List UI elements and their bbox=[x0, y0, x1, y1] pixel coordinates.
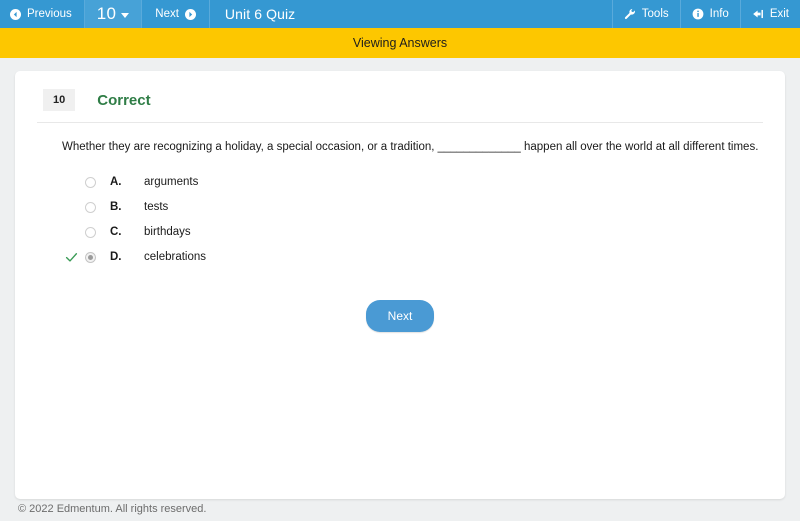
arrow-left-circle-icon bbox=[10, 8, 21, 20]
banner-text: Viewing Answers bbox=[352, 36, 448, 50]
tools-button[interactable]: Tools bbox=[611, 0, 680, 28]
question-number-selector[interactable]: 10 bbox=[84, 0, 143, 28]
option-letter-a: A. bbox=[110, 176, 122, 189]
exit-arrow-icon bbox=[752, 8, 764, 20]
option-text-a: arguments bbox=[144, 176, 199, 189]
next-nav-label: Next bbox=[155, 8, 179, 20]
topbar-right-actions: Tools Info Exit bbox=[611, 0, 800, 28]
answer-option-a[interactable]: A. arguments bbox=[65, 170, 763, 195]
option-text-c: birthdays bbox=[144, 226, 191, 239]
option-text-b: tests bbox=[144, 201, 169, 214]
previous-label: Previous bbox=[27, 8, 72, 20]
copyright-text: © 2022 Edmentum. All rights reserved. bbox=[18, 503, 207, 515]
green-checkmark-icon bbox=[65, 251, 78, 264]
exit-label: Exit bbox=[769, 8, 789, 20]
option-letter-b: B. bbox=[110, 201, 122, 214]
question-card: 10 Correct Whether they are recognizing … bbox=[15, 71, 785, 499]
answer-option-d[interactable]: D. celebrations bbox=[65, 245, 763, 270]
option-letter-d: D. bbox=[110, 251, 122, 264]
next-question-button[interactable]: Next bbox=[365, 299, 435, 332]
radio-option-d[interactable] bbox=[85, 251, 96, 263]
answer-option-b[interactable]: B. tests bbox=[65, 195, 763, 220]
answer-options-list: A. arguments B. tests C. birthdays D. ce… bbox=[65, 170, 763, 270]
quiz-title-text: Unit 6 Quiz bbox=[224, 6, 296, 22]
chevron-down-icon bbox=[121, 13, 130, 18]
arrow-right-circle-icon bbox=[184, 8, 196, 20]
tools-label: Tools bbox=[641, 8, 669, 20]
option-text-d: celebrations bbox=[144, 251, 207, 264]
previous-button[interactable]: Previous bbox=[0, 0, 85, 28]
next-button-container: Next bbox=[37, 299, 763, 332]
info-circle-icon bbox=[692, 8, 704, 20]
wrench-icon bbox=[624, 8, 636, 20]
option-letter-c: C. bbox=[110, 226, 122, 239]
exit-button[interactable]: Exit bbox=[739, 0, 800, 28]
question-text: Whether they are recognizing a holiday, … bbox=[62, 141, 759, 153]
info-label: Info bbox=[709, 8, 729, 20]
question-header: 10 Correct bbox=[37, 89, 763, 123]
question-status-label: Correct bbox=[97, 91, 151, 109]
content-stage: 10 Correct Whether they are recognizing … bbox=[0, 58, 800, 499]
info-button[interactable]: Info bbox=[679, 0, 740, 28]
viewing-answers-banner: Viewing Answers bbox=[0, 28, 800, 58]
quiz-title: Unit 6 Quiz bbox=[210, 0, 612, 28]
radio-option-a[interactable] bbox=[85, 176, 96, 188]
next-nav-button[interactable]: Next bbox=[142, 0, 210, 28]
correct-check-slot-d bbox=[65, 251, 85, 264]
top-navigation-bar: Previous 10 Next Unit 6 Quiz Tools Info … bbox=[0, 0, 800, 28]
question-number-value: 10 bbox=[96, 4, 117, 23]
answer-option-c[interactable]: C. birthdays bbox=[65, 220, 763, 245]
question-number-badge: 10 bbox=[43, 89, 76, 111]
radio-option-b[interactable] bbox=[85, 201, 96, 213]
radio-option-c[interactable] bbox=[85, 226, 96, 238]
